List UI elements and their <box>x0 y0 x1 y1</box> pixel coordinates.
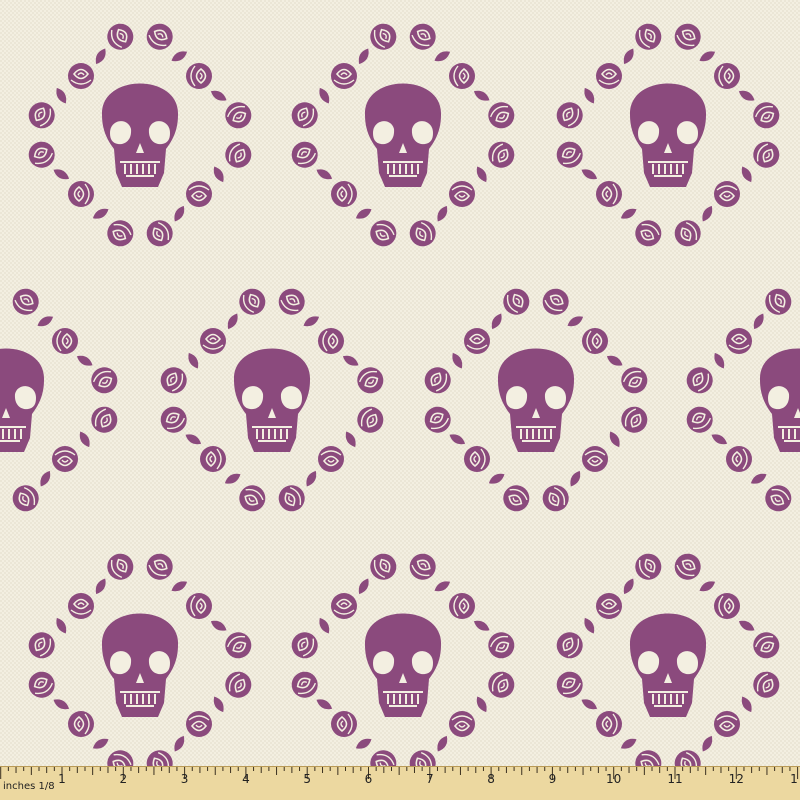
ruler-number: 6 <box>364 772 373 786</box>
fabric-swatch-view: inches 1/8 1 2 3 4 5 6 7 8 9 10 11 12 1 <box>0 0 800 800</box>
ruler-number: 5 <box>303 772 312 786</box>
fabric-pattern <box>0 0 800 768</box>
ruler-number: 12 <box>728 772 744 786</box>
ruler-number: 1 <box>790 772 798 786</box>
ruler-number: 9 <box>548 772 557 786</box>
ruler-number: 1 <box>58 772 66 786</box>
ruler-number: 10 <box>606 772 622 786</box>
ruler-unit-label: inches 1/8 <box>3 781 55 792</box>
measuring-ruler: inches 1/8 1 2 3 4 5 6 7 8 9 10 11 12 1 <box>0 766 800 800</box>
ruler-number: 2 <box>119 772 128 786</box>
ruler-number: 11 <box>667 772 683 786</box>
ruler-number: 8 <box>487 772 495 786</box>
ruler-number: 7 <box>425 772 434 786</box>
ruler-number: 4 <box>242 772 250 786</box>
ruler-number: 3 <box>180 772 189 786</box>
